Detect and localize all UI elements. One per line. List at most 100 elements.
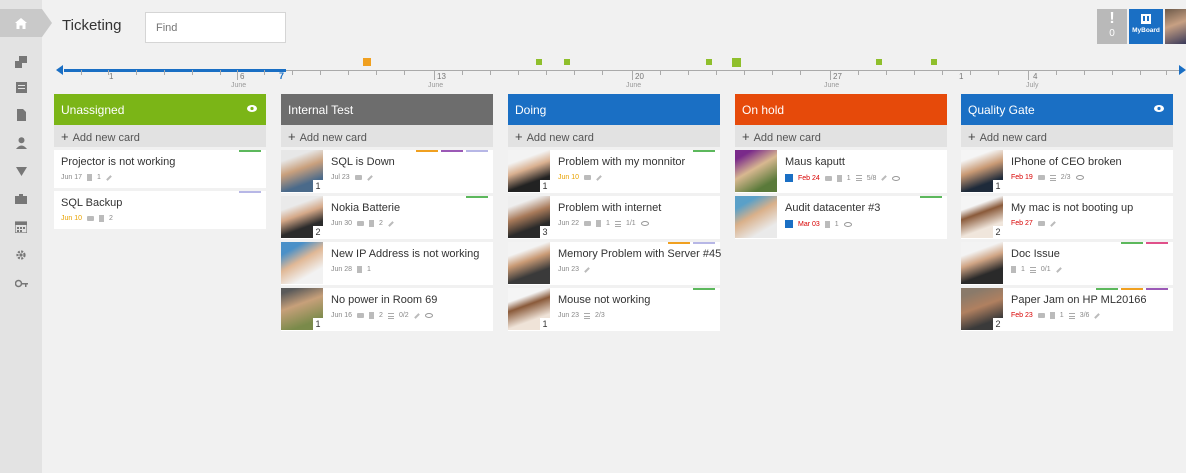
- watch-eye-icon[interactable]: [1075, 175, 1084, 180]
- watch-eye-icon[interactable]: [892, 175, 901, 181]
- card-date: Jun 30: [331, 220, 353, 227]
- watch-eye-icon[interactable]: [640, 221, 649, 226]
- notifications-button[interactable]: ! 0: [1097, 9, 1127, 44]
- timeline-prev-arrow-icon[interactable]: [56, 65, 63, 75]
- timeline[interactable]: 1 6 June 7 13 June 20 June 27 June 1 4 J…: [56, 55, 1186, 91]
- home-button[interactable]: [0, 9, 52, 37]
- user-avatar[interactable]: [1165, 9, 1186, 44]
- card[interactable]: 2 Paper Jam on HP ML20166 Feb 23 1 3/6: [961, 288, 1173, 331]
- card-title: No power in Room 69: [331, 294, 438, 306]
- card[interactable]: Projector is not working Jun 17 1: [54, 150, 266, 188]
- timeline-event-marker[interactable]: [564, 59, 570, 65]
- card[interactable]: 2 Nokia Batterie Jun 30 2: [281, 196, 493, 239]
- card-title: SQL is Down: [331, 156, 395, 168]
- pin-icon[interactable]: [388, 220, 394, 227]
- card[interactable]: 3 Problem with internet Jun 22 1 1/1: [508, 196, 720, 239]
- comment-icon: [1037, 221, 1045, 226]
- timeline-event-marker[interactable]: [732, 58, 741, 67]
- document-icon: [824, 220, 830, 228]
- card[interactable]: 2 My mac is not booting up Feb 27: [961, 196, 1173, 239]
- card-title: SQL Backup: [61, 197, 123, 209]
- card-count: 3: [540, 226, 550, 238]
- timeline-day-label: 4: [1033, 72, 1038, 81]
- card-date: Jun 17: [61, 174, 83, 181]
- timeline-next-arrow-icon[interactable]: [1179, 65, 1186, 75]
- key-icon[interactable]: [0, 272, 42, 294]
- document-icon: [596, 220, 602, 227]
- document-icon: [1049, 312, 1055, 319]
- pin-icon[interactable]: [1049, 220, 1056, 227]
- notification-count: 0: [1109, 28, 1115, 39]
- column-header[interactable]: Quality Gate: [961, 94, 1173, 125]
- timeline-event-marker[interactable]: [363, 58, 371, 66]
- column-header[interactable]: Internal Test: [281, 94, 493, 125]
- card-count: 1: [313, 180, 323, 192]
- myboard-button[interactable]: MyBoard: [1129, 9, 1163, 44]
- pin-icon[interactable]: [366, 174, 373, 181]
- board-icon: [785, 174, 793, 182]
- assignee-avatar: 1: [508, 288, 550, 330]
- card[interactable]: Audit datacenter #3 Mar 03 1: [735, 196, 947, 239]
- board-icon: [785, 220, 793, 228]
- pin-icon[interactable]: [106, 174, 112, 181]
- pin-icon[interactable]: [584, 266, 590, 273]
- watch-eye-icon[interactable]: [843, 221, 852, 227]
- card-count: 1: [313, 318, 323, 330]
- card[interactable]: 1 IPhone of CEO broken Feb 19 2/3: [961, 150, 1173, 193]
- pin-icon[interactable]: [1094, 312, 1101, 319]
- timeline-event-marker[interactable]: [931, 59, 937, 65]
- card-count: 1: [993, 180, 1003, 192]
- timeline-day-label: 27: [833, 72, 842, 81]
- card[interactable]: SQL Backup Jun 10 2: [54, 191, 266, 229]
- timeline-event-marker[interactable]: [876, 59, 882, 65]
- card-title: Problem with internet: [558, 202, 662, 214]
- add-card-button[interactable]: + Add new card: [508, 125, 720, 147]
- card[interactable]: 1 No power in Room 69 Jun 16 2 0/2: [281, 288, 493, 331]
- card[interactable]: Maus kaputt Feb 24 1 5/8: [735, 150, 947, 193]
- comment-icon: [584, 175, 592, 180]
- pin-icon[interactable]: [413, 312, 420, 319]
- timeline-selected-range[interactable]: [64, 69, 286, 72]
- checklist-icon: [1049, 174, 1056, 181]
- column-on-hold: On hold + Add new card Maus kaputt Feb 24…: [735, 94, 947, 239]
- watch-eye-icon[interactable]: [424, 313, 433, 318]
- card[interactable]: 1 SQL is Down Jul 23: [281, 150, 493, 193]
- column-title: Doing: [515, 103, 547, 117]
- column-header[interactable]: Unassigned: [54, 94, 266, 125]
- eye-icon[interactable]: [247, 105, 257, 112]
- checklist-icon: [1029, 266, 1036, 273]
- card[interactable]: New IP Address is not working Jun 28 1: [281, 242, 493, 285]
- boards-icon[interactable]: [0, 51, 42, 73]
- card[interactable]: 1 Problem with my monnitor Jun 10: [508, 150, 720, 193]
- settings-gear-icon[interactable]: [0, 244, 42, 266]
- cards-icon[interactable]: [0, 76, 42, 98]
- pin-icon[interactable]: [596, 174, 602, 181]
- calendar-icon[interactable]: [0, 216, 42, 238]
- card[interactable]: Memory Problem with Server #45 Jun 23: [508, 242, 721, 285]
- add-card-button[interactable]: + Add new card: [961, 125, 1173, 147]
- card-title: IPhone of CEO broken: [1011, 156, 1122, 168]
- pin-icon[interactable]: [881, 175, 888, 181]
- comment-icon: [87, 216, 95, 221]
- pin-icon[interactable]: [1055, 266, 1062, 273]
- column-header[interactable]: On hold: [735, 94, 947, 125]
- timeline-event-marker[interactable]: [706, 59, 712, 65]
- task-progress: 5/8: [866, 174, 877, 182]
- document-icon[interactable]: [0, 104, 42, 126]
- eye-icon[interactable]: [1154, 105, 1164, 112]
- add-card-button[interactable]: + Add new card: [735, 125, 947, 147]
- assignee-avatar: 1: [508, 150, 550, 192]
- add-card-button[interactable]: + Add new card: [54, 125, 266, 147]
- timeline-event-marker[interactable]: [536, 59, 542, 65]
- search-input[interactable]: [145, 12, 286, 43]
- column-header[interactable]: Doing: [508, 94, 720, 125]
- briefcase-icon[interactable]: [0, 188, 42, 210]
- filter-icon[interactable]: [0, 160, 42, 182]
- card[interactable]: 1 Mouse not working Jun 23 2/3: [508, 288, 720, 331]
- card-date: Feb 19: [1011, 174, 1033, 181]
- add-card-button[interactable]: + Add new card: [281, 125, 493, 147]
- card-count: 1: [540, 180, 550, 192]
- card[interactable]: Doc Issue 1 0/1: [961, 242, 1173, 285]
- assignee-avatar: 2: [961, 196, 1003, 238]
- user-icon[interactable]: [0, 132, 42, 154]
